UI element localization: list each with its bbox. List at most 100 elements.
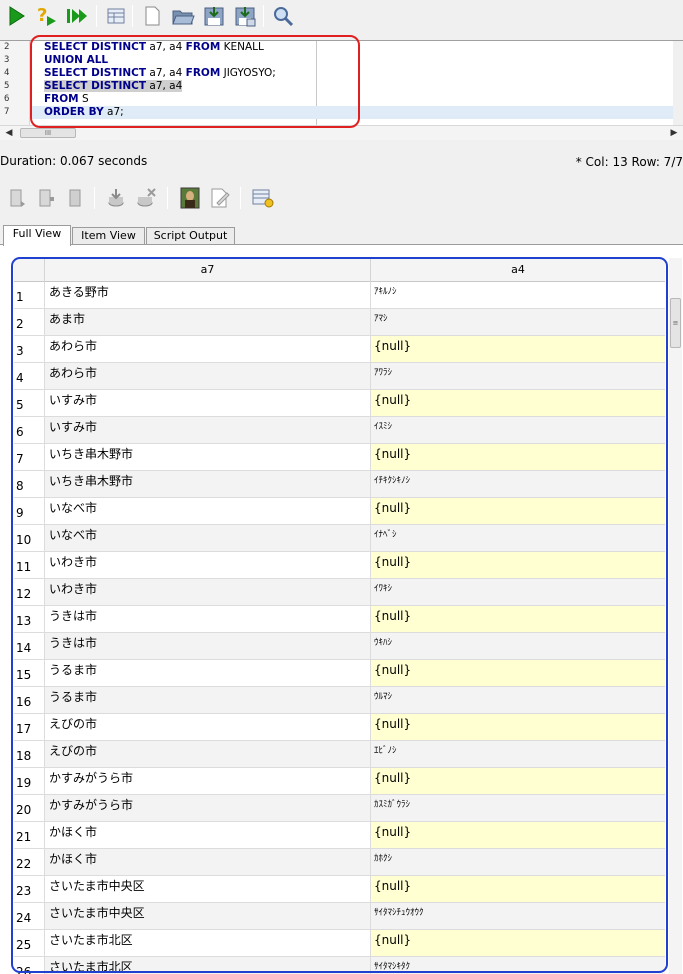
image-icon[interactable] xyxy=(177,185,203,211)
table-row[interactable]: 7 いちき串木野市 {null} xyxy=(14,444,665,471)
editor-horizontal-scrollbar[interactable]: ◀ III ▶ xyxy=(0,125,683,140)
cell-a4[interactable]: ｱﾜﾗｼ xyxy=(370,363,665,389)
column-header-a7[interactable]: a7 xyxy=(44,258,370,282)
table-row[interactable]: 2 あま市 ｱﾏｼ xyxy=(14,309,665,336)
cell-a7[interactable]: あま市 xyxy=(44,309,370,335)
table-row[interactable]: 11 いわき市 {null} xyxy=(14,552,665,579)
cell-a4[interactable]: ｳｷﾊｼ xyxy=(370,633,665,659)
cell-a4[interactable]: {null} xyxy=(370,768,665,794)
cell-a7[interactable]: いちき串木野市 xyxy=(44,444,370,470)
cell-a7[interactable]: うきは市 xyxy=(44,633,370,659)
delete-icon[interactable] xyxy=(133,185,159,211)
cell-a4[interactable]: {null} xyxy=(370,606,665,632)
column-header-a4[interactable]: a4 xyxy=(370,258,665,282)
cell-a4[interactable]: {null} xyxy=(370,930,665,956)
cell-a4[interactable]: {null} xyxy=(370,660,665,686)
cell-a7[interactable]: あわら市 xyxy=(44,336,370,362)
table-row[interactable]: 18 えびの市 ｴﾋﾞﾉｼ xyxy=(14,741,665,768)
cell-a4[interactable]: ｶｽﾐｶﾞｳﾗｼ xyxy=(370,795,665,821)
cell-a7[interactable]: さいたま市中央区 xyxy=(44,876,370,902)
table-row[interactable]: 24 さいたま市中央区 ｻｲﾀﾏｼﾁｭｳｵｳｸ xyxy=(14,903,665,930)
cell-a4[interactable]: ｱｷﾙﾉｼ xyxy=(370,282,665,308)
cell-a7[interactable]: さいたま市北区 xyxy=(44,930,370,956)
grid-vertical-scrollbar[interactable]: ≡ xyxy=(669,258,682,974)
cell-a4[interactable]: ｻｲﾀﾏｼﾁｭｳｵｳｸ xyxy=(370,903,665,929)
cell-a7[interactable]: うるま市 xyxy=(44,660,370,686)
cell-a7[interactable]: あわら市 xyxy=(44,363,370,389)
table-row[interactable]: 10 いなべ市 ｲﾅﾍﾞｼ xyxy=(14,525,665,552)
code-area[interactable]: SELECT DISTINCT a7, a4 FROM KENALL UNION … xyxy=(31,41,683,125)
scroll-left-arrow-icon[interactable]: ◀ xyxy=(3,127,15,139)
cell-a7[interactable]: えびの市 xyxy=(44,741,370,767)
find-icon[interactable] xyxy=(270,3,296,29)
cell-a4[interactable]: {null} xyxy=(370,714,665,740)
cell-a7[interactable]: さいたま市中央区 xyxy=(44,903,370,929)
run-statement-icon[interactable] xyxy=(3,3,29,29)
cell-a7[interactable]: かすみがうら市 xyxy=(44,768,370,794)
cell-a4[interactable]: ｲﾁｷｸｼｷﾉｼ xyxy=(370,471,665,497)
cell-a7[interactable]: いなべ市 xyxy=(44,498,370,524)
tab-full-view[interactable]: Full View xyxy=(3,225,71,246)
settings-icon[interactable] xyxy=(250,185,276,211)
cell-a4[interactable]: ｲﾜｷｼ xyxy=(370,579,665,605)
table-row[interactable]: 26 さいたま市北区 ｻｲﾀﾏｼｷﾀｸ xyxy=(14,957,665,974)
table-row[interactable]: 16 うるま市 ｳﾙﾏｼ xyxy=(14,687,665,714)
cell-a4[interactable]: ｱﾏｼ xyxy=(370,309,665,335)
sql-editor[interactable]: 2 3 4 5 6 7 SELECT DISTINCT a7, a4 FROM … xyxy=(0,40,683,140)
table-row[interactable]: 23 さいたま市中央区 {null} xyxy=(14,876,665,903)
cell-a7[interactable]: うきは市 xyxy=(44,606,370,632)
cell-a4[interactable]: {null} xyxy=(370,822,665,848)
cell-a4[interactable]: {null} xyxy=(370,498,665,524)
cell-a7[interactable]: いわき市 xyxy=(44,579,370,605)
scroll-right-arrow-icon[interactable]: ▶ xyxy=(668,127,680,139)
cell-a7[interactable]: いすみ市 xyxy=(44,390,370,416)
table-row[interactable]: 19 かすみがうら市 {null} xyxy=(14,768,665,795)
table-row[interactable]: 1 あきる野市 ｱｷﾙﾉｼ xyxy=(14,282,665,309)
tab-script-output[interactable]: Script Output xyxy=(146,227,235,245)
grid-icon[interactable] xyxy=(103,3,129,29)
edit-icon[interactable] xyxy=(207,185,233,211)
cell-a7[interactable]: えびの市 xyxy=(44,714,370,740)
cell-a7[interactable]: いなべ市 xyxy=(44,525,370,551)
cell-a4[interactable]: ｳﾙﾏｼ xyxy=(370,687,665,713)
table-row[interactable]: 15 うるま市 {null} xyxy=(14,660,665,687)
table-row[interactable]: 20 かすみがうら市 ｶｽﾐｶﾞｳﾗｼ xyxy=(14,795,665,822)
cell-a7[interactable]: いちき串木野市 xyxy=(44,471,370,497)
tab-item-view[interactable]: Item View xyxy=(72,227,145,245)
explain-plan-icon[interactable]: ? xyxy=(33,3,59,29)
cell-a4[interactable]: {null} xyxy=(370,390,665,416)
cell-a7[interactable]: かすみがうら市 xyxy=(44,795,370,821)
scroll-thumb[interactable]: ≡ xyxy=(670,298,681,348)
table-row[interactable]: 14 うきは市 ｳｷﾊｼ xyxy=(14,633,665,660)
cell-a4[interactable]: {null} xyxy=(370,876,665,902)
results-icon-2[interactable] xyxy=(33,185,59,211)
table-row[interactable]: 22 かほく市 ｶﾎｸｼ xyxy=(14,849,665,876)
cell-a7[interactable]: うるま市 xyxy=(44,687,370,713)
open-folder-icon[interactable] xyxy=(170,3,196,29)
table-row[interactable]: 9 いなべ市 {null} xyxy=(14,498,665,525)
cell-a7[interactable]: かほく市 xyxy=(44,822,370,848)
save-as-icon[interactable] xyxy=(232,3,258,29)
cell-a7[interactable]: さいたま市北区 xyxy=(44,957,370,974)
table-row[interactable]: 6 いすみ市 ｲｽﾐｼ xyxy=(14,417,665,444)
new-file-icon[interactable] xyxy=(139,3,165,29)
table-row[interactable]: 21 かほく市 {null} xyxy=(14,822,665,849)
table-row[interactable]: 13 うきは市 {null} xyxy=(14,606,665,633)
import-icon[interactable] xyxy=(103,185,129,211)
results-icon-1[interactable] xyxy=(4,185,30,211)
cell-a4[interactable]: ｲｽﾐｼ xyxy=(370,417,665,443)
table-row[interactable]: 3 あわら市 {null} xyxy=(14,336,665,363)
cell-a7[interactable]: いすみ市 xyxy=(44,417,370,443)
run-script-icon[interactable] xyxy=(65,3,91,29)
cell-a4[interactable]: ｶﾎｸｼ xyxy=(370,849,665,875)
table-row[interactable]: 5 いすみ市 {null} xyxy=(14,390,665,417)
cell-a7[interactable]: かほく市 xyxy=(44,849,370,875)
cell-a4[interactable]: {null} xyxy=(370,444,665,470)
cell-a4[interactable]: {null} xyxy=(370,552,665,578)
results-icon-3[interactable] xyxy=(62,185,88,211)
table-row[interactable]: 17 えびの市 {null} xyxy=(14,714,665,741)
scroll-thumb[interactable]: III xyxy=(20,128,76,138)
cell-a4[interactable]: {null} xyxy=(370,336,665,362)
cell-a4[interactable]: ｴﾋﾞﾉｼ xyxy=(370,741,665,767)
save-icon[interactable] xyxy=(201,3,227,29)
